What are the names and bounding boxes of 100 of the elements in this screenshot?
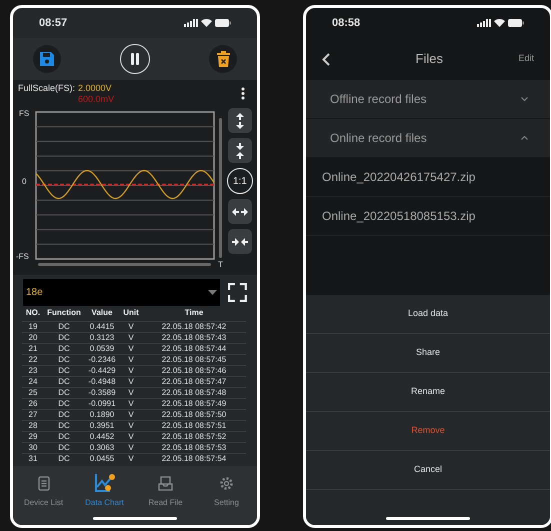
tab-bar-item[interactable]: Data Chart bbox=[76, 473, 132, 509]
table-cell: V bbox=[120, 365, 142, 376]
table-cell: DC bbox=[44, 420, 84, 431]
section-header[interactable]: Offline record files bbox=[306, 80, 550, 119]
axis-label: 0 bbox=[22, 176, 26, 188]
table-cell: 0.1890 bbox=[84, 409, 120, 420]
table-cell: 24 bbox=[22, 376, 44, 387]
column-header: NO. bbox=[22, 306, 44, 321]
table-cell: 26 bbox=[22, 398, 44, 409]
table-cell: V bbox=[120, 420, 142, 431]
column-header: Value bbox=[84, 306, 120, 321]
action-sheet-option[interactable]: Load data bbox=[306, 295, 550, 334]
table-cell: 22.05.18 08:57:47 bbox=[142, 376, 246, 387]
table-cell: 22.05.18 08:57:48 bbox=[142, 387, 246, 398]
axis-label: -FS bbox=[16, 251, 29, 263]
table-cell: V bbox=[120, 398, 142, 409]
edit-button[interactable]: Edit bbox=[518, 52, 534, 66]
dropdown-value: 18e bbox=[26, 286, 43, 300]
action-sheet-option[interactable]: Rename bbox=[306, 373, 550, 412]
column-header: Unit bbox=[120, 306, 142, 321]
expand-vertical-button[interactable] bbox=[228, 108, 252, 133]
table-cell: 23 bbox=[22, 365, 44, 376]
table-cell: DC bbox=[44, 409, 84, 420]
horizontal-scrollbar[interactable] bbox=[38, 263, 211, 266]
table-cell: -0.2346 bbox=[84, 354, 120, 365]
tab-bar-item[interactable]: Device List bbox=[16, 473, 72, 509]
delete-button[interactable] bbox=[209, 45, 237, 73]
table-cell: V bbox=[120, 453, 142, 464]
table-cell: DC bbox=[44, 332, 84, 343]
table-cell: 22.05.18 08:57:50 bbox=[142, 409, 246, 420]
table-cell: V bbox=[120, 431, 142, 442]
axis-label: FS bbox=[19, 108, 30, 120]
table-cell: DC bbox=[44, 442, 84, 453]
channel-dropdown[interactable]: 18e bbox=[23, 279, 220, 306]
table-cell: DC bbox=[44, 321, 84, 332]
fullscale-sub-value: 600.0mV bbox=[78, 94, 114, 105]
table-cell: DC bbox=[44, 453, 84, 464]
table-cell: 0.0539 bbox=[84, 343, 120, 354]
table-cell: 22.05.18 08:57:54 bbox=[142, 453, 246, 464]
table-cell: 0.4452 bbox=[84, 431, 120, 442]
column-header: Time bbox=[142, 306, 246, 321]
table-cell: 30 bbox=[22, 442, 44, 453]
file-item[interactable]: Online_20220426175427.zip bbox=[306, 158, 550, 197]
table-cell: 22.05.18 08:57:45 bbox=[142, 354, 246, 365]
action-sheet-option[interactable]: Cancel bbox=[306, 451, 550, 490]
tab-bar-item[interactable]: Read File bbox=[138, 473, 194, 509]
table-cell: -0.4948 bbox=[84, 376, 120, 387]
table-cell: DC bbox=[44, 343, 84, 354]
back-icon[interactable] bbox=[322, 52, 330, 66]
table-cell: 0.3063 bbox=[84, 442, 120, 453]
section-header[interactable]: Online record files bbox=[306, 119, 550, 158]
table-cell: V bbox=[120, 321, 142, 332]
table-cell: V bbox=[120, 409, 142, 420]
tab-bar-item[interactable]: Setting bbox=[198, 473, 254, 509]
fullscreen-icon[interactable] bbox=[228, 283, 247, 302]
save-button[interactable] bbox=[33, 45, 61, 73]
vertical-scrollbar[interactable] bbox=[219, 118, 222, 258]
compress-vertical-button[interactable] bbox=[228, 138, 252, 163]
table-cell: 20 bbox=[22, 332, 44, 343]
table-cell: -0.4429 bbox=[84, 365, 120, 376]
inbox-icon bbox=[158, 476, 173, 490]
table-cell: -0.3589 bbox=[84, 387, 120, 398]
table-cell: DC bbox=[44, 398, 84, 409]
table-cell: 28 bbox=[22, 420, 44, 431]
action-sheet-option[interactable]: Share bbox=[306, 334, 550, 373]
table-cell: 0.0455 bbox=[84, 453, 120, 464]
more-options-icon[interactable] bbox=[241, 87, 245, 100]
expand-horizontal-button[interactable] bbox=[228, 199, 252, 224]
status-time: 08:58 bbox=[332, 16, 360, 31]
table-cell: V bbox=[120, 376, 142, 387]
signal-icon bbox=[477, 19, 491, 27]
action-sheet-option[interactable]: Remove bbox=[306, 412, 550, 451]
table-cell: 27 bbox=[22, 409, 44, 420]
pause-icon bbox=[130, 53, 140, 65]
document-icon bbox=[38, 476, 50, 490]
table-cell: 25 bbox=[22, 387, 44, 398]
table-cell: 22.05.18 08:57:52 bbox=[142, 431, 246, 442]
fullscale-label: FullScale(FS): bbox=[18, 83, 76, 95]
file-item[interactable]: Online_20220518085153.zip bbox=[306, 197, 550, 236]
left-right-arrows-icon bbox=[232, 208, 248, 216]
dropdown-arrow-icon bbox=[208, 290, 218, 295]
ratio-button[interactable]: 1:1 bbox=[226, 168, 253, 194]
pause-button[interactable] bbox=[120, 44, 150, 74]
table-cell: 22 bbox=[22, 354, 44, 365]
compress-horizontal-button[interactable] bbox=[228, 229, 252, 254]
table-cell: V bbox=[120, 387, 142, 398]
table-cell: 22.05.18 08:57:42 bbox=[142, 321, 246, 332]
table-cell: V bbox=[120, 332, 142, 343]
status-time: 08:57 bbox=[39, 16, 68, 31]
fullscale-value: 2.0000V bbox=[78, 83, 113, 94]
wifi-icon bbox=[494, 19, 505, 27]
table-cell: V bbox=[120, 354, 142, 365]
table-cell: 22.05.18 08:57:49 bbox=[142, 398, 246, 409]
table-cell: 0.4415 bbox=[84, 321, 120, 332]
table-cell: 31 bbox=[22, 453, 44, 464]
battery-icon bbox=[508, 19, 524, 27]
column-header: Function bbox=[44, 306, 84, 321]
table-cell: DC bbox=[44, 431, 84, 442]
table-cell: DC bbox=[44, 354, 84, 365]
chevron-up-icon bbox=[521, 136, 528, 140]
